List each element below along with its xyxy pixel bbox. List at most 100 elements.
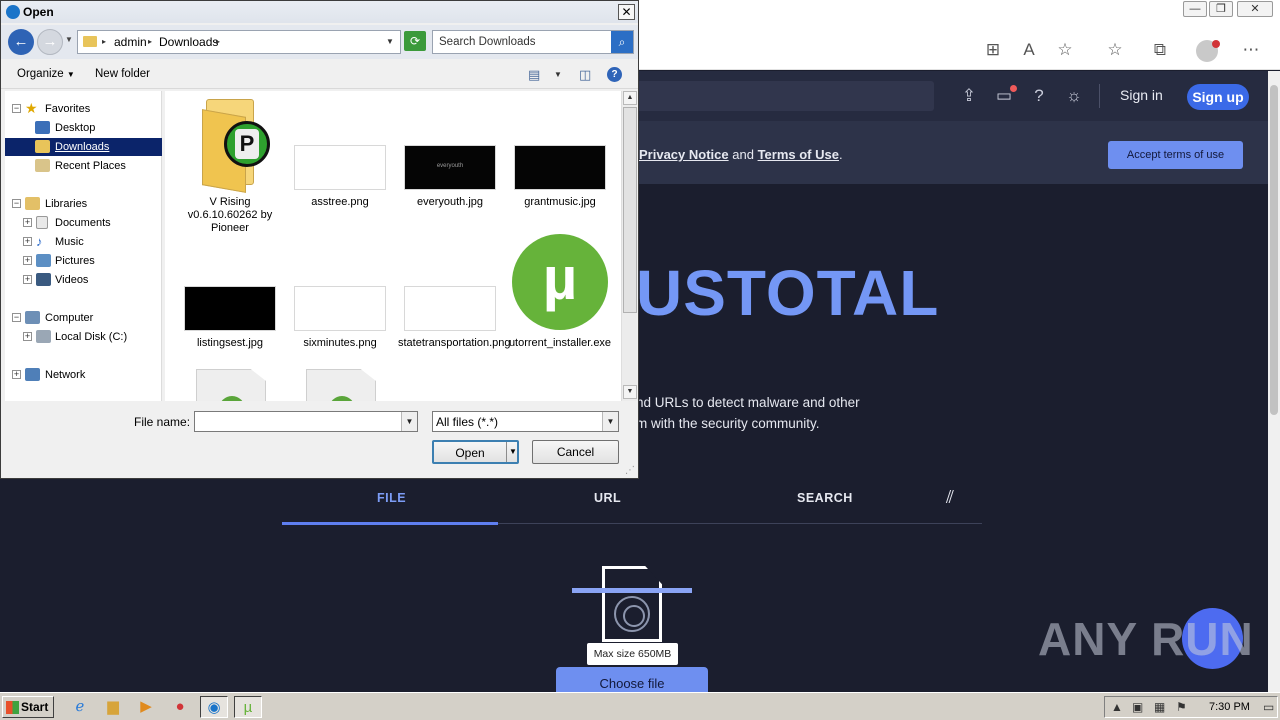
chrome-icon[interactable]: ● [166,696,194,718]
breadcrumb-downloads[interactable]: Downloads [159,35,218,49]
breadcrumb-admin[interactable]: admin [114,35,147,49]
expand-icon[interactable]: + [23,275,32,284]
forward-button[interactable]: → [37,29,63,55]
file-name-dropdown-icon[interactable]: ▼ [401,412,417,431]
file-type-select[interactable]: All files (*.*) ▼ [432,411,619,432]
resize-grip-icon[interactable]: ⋰ [625,465,635,476]
tree-item-documents[interactable]: + Documents [5,214,162,232]
tree-item-computer[interactable]: − Computer [5,309,162,327]
open-button[interactable]: Open ▼ [432,440,519,464]
show-hidden-icons-icon[interactable]: ▲ [1111,700,1123,714]
accept-terms-button[interactable]: Accept terms of use [1108,141,1243,169]
terms-of-use-link[interactable]: Terms of Use [758,147,839,162]
read-aloud-icon[interactable]: A [1019,40,1039,60]
sign-up-button[interactable]: Sign up [1187,84,1249,110]
flag-icon[interactable]: ⚑ [1176,700,1187,714]
collapse-icon[interactable]: − [12,313,21,322]
dialog-close-button[interactable]: ✕ [618,4,635,20]
choose-file-button[interactable]: Choose file [556,667,708,693]
edge-icon[interactable]: ◉ [200,696,228,718]
restore-button[interactable]: ❐ [1209,1,1233,17]
theme-toggle-icon[interactable]: ☼ [1063,85,1085,107]
privacy-notice-link[interactable]: Privacy Notice [639,147,729,162]
add-favorite-icon[interactable]: ☆ [1055,40,1075,60]
expand-icon[interactable]: + [23,218,32,227]
expand-icon[interactable]: + [23,332,32,341]
chevron-right-icon[interactable]: ▸ [216,37,220,46]
file-item-partial[interactable] [178,369,282,401]
profile-icon[interactable] [1196,40,1220,62]
voice-search-icon[interactable]: ⫽ [946,487,954,508]
favorites-icon[interactable]: ☆ [1105,40,1125,60]
collapse-icon[interactable]: − [12,104,21,113]
browser-close-button[interactable]: ✕ [1237,1,1273,17]
file-item-grantmusic[interactable]: grantmusic.jpg [508,91,612,221]
address-dropdown-icon[interactable]: ▼ [386,37,394,46]
tree-item-downloads[interactable]: Downloads [5,138,162,156]
file-item-statetransportation[interactable]: statetransportation.png [398,232,511,362]
file-item-v-rising[interactable]: P V Rising v0.6.10.60262 by Pioneer [178,91,282,241]
file-explorer-icon[interactable]: ▆ [99,696,127,718]
page-scrollbar-thumb[interactable] [1270,85,1278,415]
recent-locations-dropdown[interactable]: ▼ [65,35,73,44]
search-icon[interactable]: ⌕ [611,31,633,53]
tree-item-videos[interactable]: + Videos [5,271,162,289]
collections-icon[interactable]: ⧉ [1150,40,1170,60]
split-screen-icon[interactable]: ⊞ [983,40,1003,60]
file-type-dropdown-icon[interactable]: ▼ [602,412,618,431]
sign-in-link[interactable]: Sign in [1120,87,1163,103]
tree-item-recent-places[interactable]: Recent Places [5,157,162,175]
tree-item-local-disk[interactable]: + Local Disk (C:) [5,328,162,346]
page-scrollbar[interactable] [1268,71,1280,692]
view-icon[interactable]: ▤ [528,67,540,83]
file-list-scrollbar[interactable]: ▲ ▼ [621,91,637,401]
view-dropdown-icon[interactable]: ▼ [554,70,562,79]
chevron-right-icon[interactable]: ▸ [148,37,152,46]
tree-item-network[interactable]: + Network [5,366,162,384]
preview-pane-icon[interactable]: ◫ [579,67,591,83]
file-item-listingsest[interactable]: listingsest.jpg [178,232,282,362]
tree-item-music[interactable]: + ♪ Music [5,233,162,251]
action-center-icon[interactable]: ▣ [1132,700,1143,714]
expand-icon[interactable]: + [12,370,21,379]
utorrent-taskbar-icon[interactable]: µ [234,696,262,718]
expand-icon[interactable]: + [23,237,32,246]
help-icon[interactable]: ? [1028,85,1050,107]
start-button[interactable]: Start [2,696,54,718]
tree-item-pictures[interactable]: + Pictures [5,252,162,270]
organize-menu[interactable]: Organize ▼ [17,68,75,80]
expand-icon[interactable]: + [23,256,32,265]
internet-explorer-icon[interactable]: ℯ [66,696,94,718]
file-item-asstree[interactable]: asstree.png [288,91,392,221]
back-button[interactable]: ← [8,29,34,55]
new-folder-button[interactable]: New folder [95,68,150,80]
cancel-button[interactable]: Cancel [532,440,619,464]
scroll-up-button[interactable]: ▲ [623,91,637,105]
tree-item-favorites[interactable]: − ★ Favorites [5,100,162,118]
open-options-dropdown-icon[interactable]: ▼ [506,442,519,462]
clock[interactable]: 7:30 PM [1209,701,1250,713]
vt-search-bar[interactable] [630,81,934,111]
collapse-icon[interactable]: − [12,199,21,208]
minimize-button[interactable]: — [1183,1,1207,17]
tree-item-libraries[interactable]: − Libraries [5,195,162,213]
tab-file[interactable]: FILE [377,491,406,505]
help-button[interactable]: ? [607,67,622,82]
file-item-sixminutes[interactable]: sixminutes.png [288,232,392,362]
address-bar[interactable]: ▸ admin ▸ Downloads ▸ ▼ [77,30,401,54]
search-input[interactable]: Search Downloads ⌕ [432,30,634,54]
more-icon[interactable]: ⋯ [1241,40,1261,60]
file-item-utorrent-installer[interactable]: µ utorrent_installer.exe [508,232,612,362]
chevron-right-icon[interactable]: ▸ [102,37,106,46]
file-name-input[interactable]: ▼ [194,411,418,432]
network-tray-icon[interactable]: ▦ [1154,700,1165,714]
scrollbar-thumb[interactable] [623,107,637,313]
tree-item-desktop[interactable]: Desktop [5,119,162,137]
file-item-everyouth[interactable]: everyouth everyouth.jpg [398,91,502,221]
show-desktop-icon[interactable]: ▭ [1263,700,1274,714]
upload-icon[interactable]: ⇪ [958,85,980,107]
scroll-down-button[interactable]: ▼ [623,385,637,399]
refresh-button[interactable]: ⟳ [404,31,426,51]
tab-url[interactable]: URL [594,491,621,505]
file-item-partial[interactable] [288,369,392,401]
